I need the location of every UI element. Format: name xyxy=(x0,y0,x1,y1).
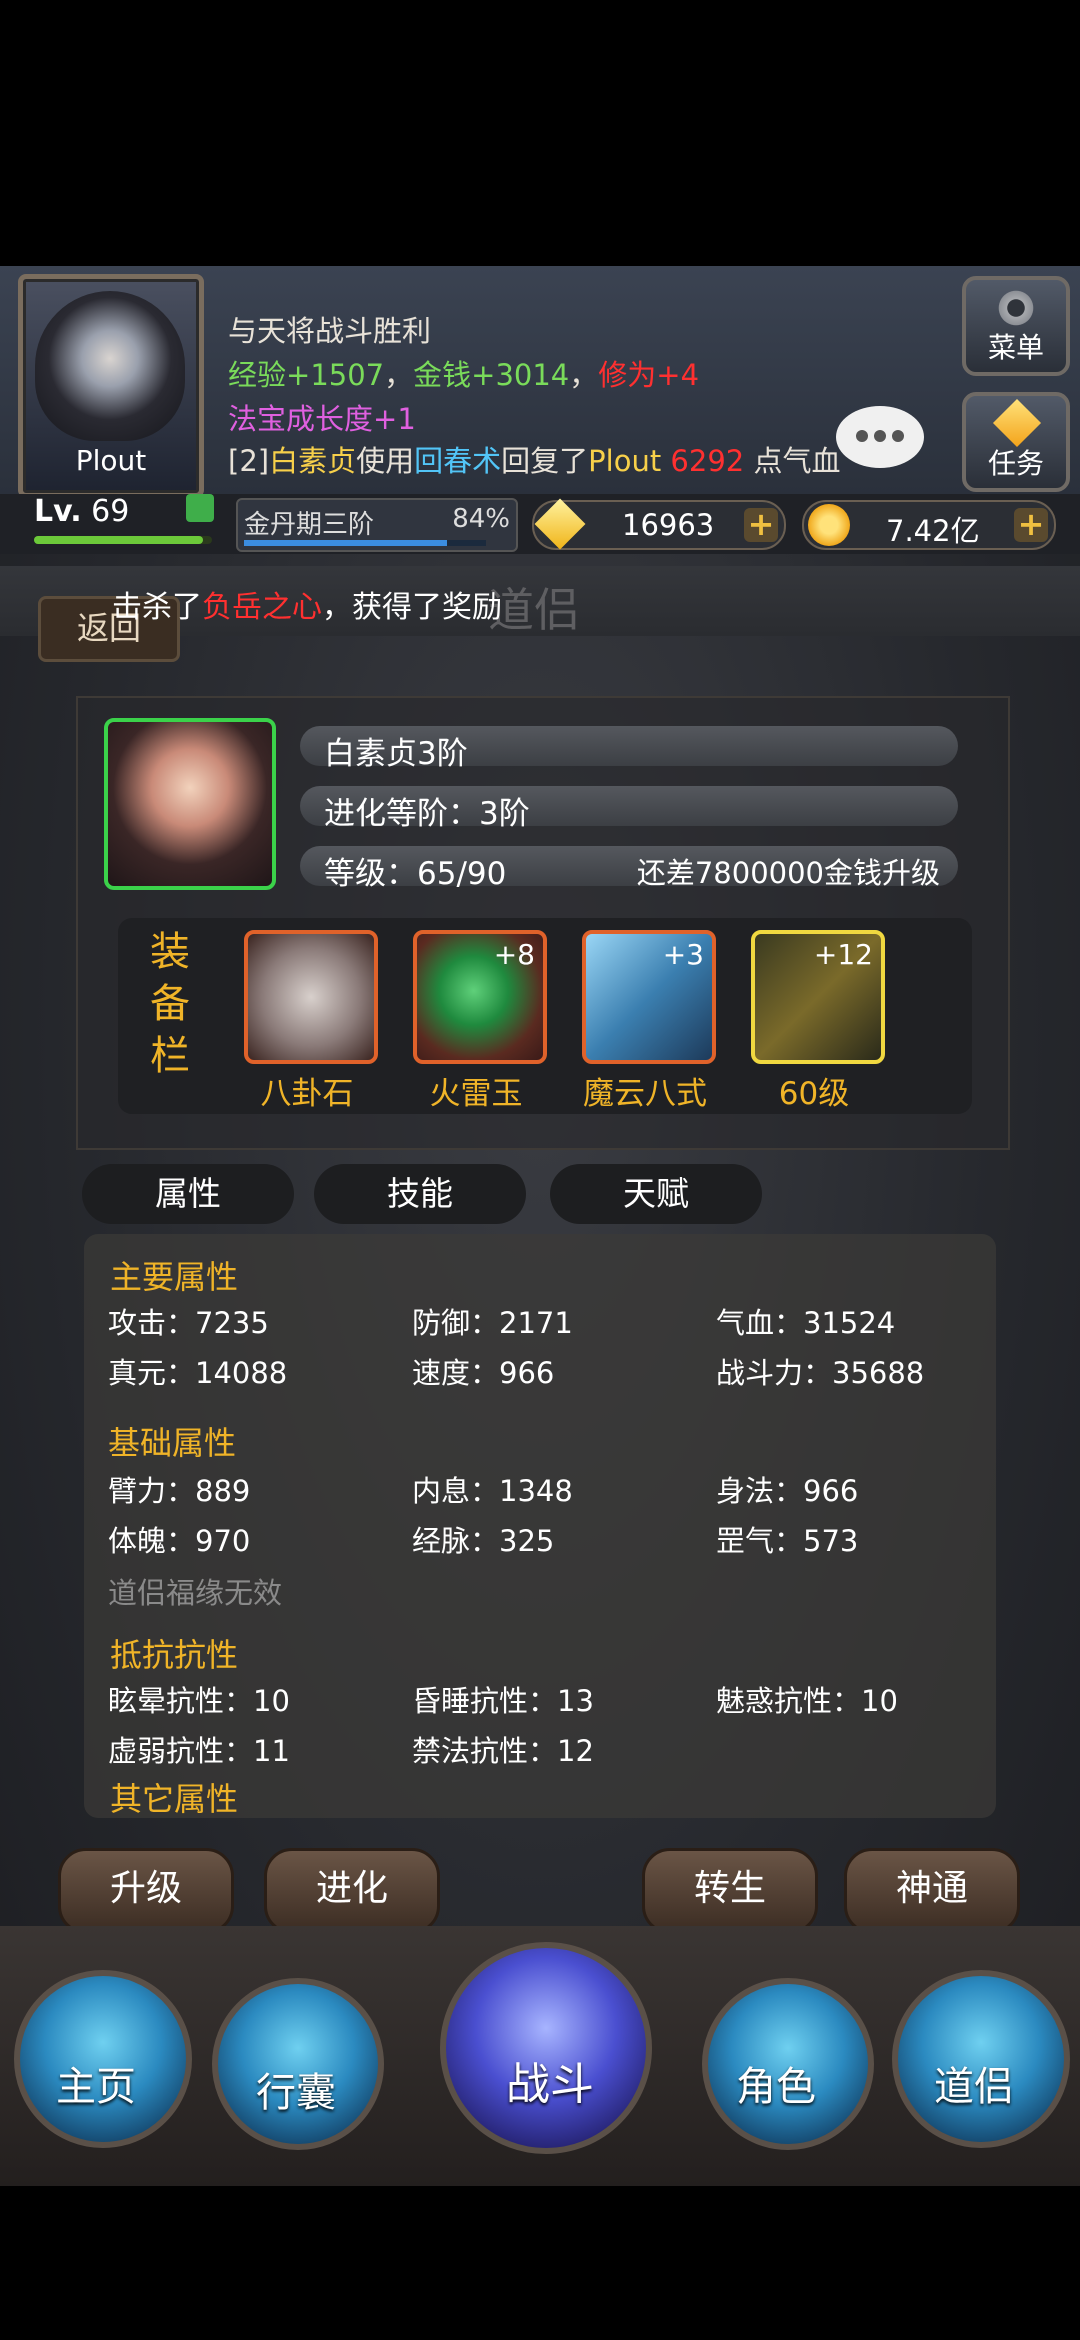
resist-sleep: 昏睡抗性：13 xyxy=(412,1684,594,1718)
player-name: Plout xyxy=(75,444,147,477)
player-portrait[interactable]: Plout xyxy=(18,274,204,498)
resist-charm: 魅惑抗性：10 xyxy=(716,1684,898,1718)
task-button[interactable]: 任务 xyxy=(962,392,1070,492)
attr-physique: 体魄：970 xyxy=(108,1524,251,1558)
resist-stun: 眩晕抗性：10 xyxy=(108,1684,290,1718)
menu-button[interactable]: 菜单 xyxy=(962,276,1070,376)
base-attributes-title: 基础属性 xyxy=(108,1424,237,1462)
gold-coin-icon xyxy=(808,504,850,546)
level-progress-bar xyxy=(34,536,212,544)
status-bar: Lv. 69 金丹期三阶 84% 16963 + 7.42亿 + xyxy=(0,494,1080,554)
attr-gang-qi: 罡气：573 xyxy=(716,1524,859,1558)
tab-attributes[interactable]: 属性 xyxy=(82,1164,294,1224)
attr-attack: 攻击：7235 xyxy=(108,1306,269,1340)
attr-mana: 真元：14088 xyxy=(108,1356,288,1390)
equip-slot-moyun-scroll[interactable]: +3 xyxy=(582,930,716,1064)
equip-name-3: 魔云八式 xyxy=(583,1076,707,1112)
game-screen: Plout 与天将战斗胜利 经验+1507，金钱+3014，修为+4 法宝成长度… xyxy=(0,266,1080,2186)
nav-bag-label: 行囊 xyxy=(256,2070,336,2116)
nav-home-label: 主页 xyxy=(56,2064,136,2110)
gold-currency: 7.42亿 + xyxy=(802,500,1056,550)
resist-attributes-title: 抵抗抗性 xyxy=(110,1636,239,1674)
attr-defense: 防御：2171 xyxy=(412,1306,573,1340)
equip-name-4: 60级 xyxy=(778,1076,850,1112)
attr-agility: 身法：966 xyxy=(716,1474,859,1508)
add-gold-button[interactable]: + xyxy=(1014,508,1048,542)
add-gems-button[interactable]: + xyxy=(744,508,778,542)
log-line-treasure: 法宝成长度+1 xyxy=(228,402,416,436)
top-header: Plout 与天将战斗胜利 经验+1507，金钱+3014，修为+4 法宝成长度… xyxy=(0,266,1080,499)
cultivation-percent: 84% xyxy=(452,504,510,534)
companion-level: 等级：65/90 xyxy=(324,856,507,892)
companion-name: 白素贞3阶 xyxy=(324,736,468,772)
equip-name-2: 火雷玉 xyxy=(429,1076,523,1112)
attr-inner-breath: 内息：1348 xyxy=(412,1474,573,1508)
chat-bubble-icon[interactable] xyxy=(836,406,924,468)
companion-name-bar: 白素贞3阶 xyxy=(300,726,958,772)
broadcast-ticker: 击杀了负岳之心，获得了奖励 xyxy=(112,590,502,625)
gear-icon xyxy=(996,288,1036,328)
task-gem-icon xyxy=(992,398,1042,448)
equip-name-1: 八卦石 xyxy=(260,1076,354,1112)
resist-silence: 禁法抗性：12 xyxy=(412,1734,594,1768)
equip-slot-fire-thunder-jade[interactable]: +8 xyxy=(413,930,547,1064)
companion-avatar[interactable] xyxy=(104,718,276,890)
gem-count: 16963 xyxy=(622,508,715,542)
equip-slot-bagua-stone[interactable] xyxy=(244,930,378,1064)
log-line-battle: 与天将战斗胜利 xyxy=(228,314,432,348)
upgrade-cost: 还差7800000金钱升级 xyxy=(636,856,940,890)
attr-power: 战斗力：35688 xyxy=(716,1356,925,1390)
reincarnate-button[interactable]: 转生 xyxy=(642,1848,818,1934)
main-attributes-title: 主要属性 xyxy=(110,1258,239,1296)
log-line-heal: [2]白素贞使用回春术回复了Plout 6292 点气血 xyxy=(228,444,841,478)
divine-power-button[interactable]: 神通 xyxy=(844,1848,1020,1934)
tab-skills[interactable]: 技能 xyxy=(314,1164,526,1224)
player-avatar xyxy=(35,291,185,441)
nav-companion-label: 道侣 xyxy=(934,2064,1014,2110)
equipment-label: 装备栏 xyxy=(150,929,190,1079)
cultivation-bar: 金丹期三阶 84% xyxy=(236,498,518,552)
level-bar: 等级：65/90 还差7800000金钱升级 xyxy=(300,846,958,892)
gem-icon xyxy=(534,498,586,550)
equip-slot-level60-weapon[interactable]: +12 xyxy=(751,930,885,1064)
player-level: Lv. 69 xyxy=(34,494,130,529)
bottom-nav: 主页 行囊 战斗 角色 道侣 xyxy=(0,1926,1080,2186)
nav-battle-label: 战斗 xyxy=(506,2059,594,2110)
evolve-button[interactable]: 进化 xyxy=(264,1848,440,1934)
cultivation-stage: 金丹期三阶 xyxy=(244,510,375,540)
tab-talents[interactable]: 天赋 xyxy=(550,1164,762,1224)
gem-currency: 16963 + xyxy=(532,498,786,550)
fortune-note: 道侣福缘无效 xyxy=(108,1576,283,1610)
attr-strength: 臂力：889 xyxy=(108,1474,251,1508)
task-label: 任务 xyxy=(987,447,1044,480)
attr-meridian: 经脉：325 xyxy=(412,1524,555,1558)
log-line-rewards: 经验+1507，金钱+3014，修为+4 xyxy=(228,358,700,392)
gold-count: 7.42亿 xyxy=(886,514,980,548)
evolution-text: 进化等阶：3阶 xyxy=(324,796,530,832)
nav-character-label: 角色 xyxy=(736,2064,816,2110)
level-up-icon[interactable] xyxy=(186,494,214,522)
attr-speed: 速度：966 xyxy=(412,1356,555,1390)
evolution-bar: 进化等阶：3阶 xyxy=(300,786,958,832)
resist-weaken: 虚弱抗性：11 xyxy=(108,1734,290,1768)
menu-label: 菜单 xyxy=(987,331,1044,364)
attr-hp: 气血：31524 xyxy=(716,1306,896,1340)
upgrade-button[interactable]: 升级 xyxy=(58,1848,234,1934)
other-attributes-title: 其它属性 xyxy=(110,1780,239,1818)
